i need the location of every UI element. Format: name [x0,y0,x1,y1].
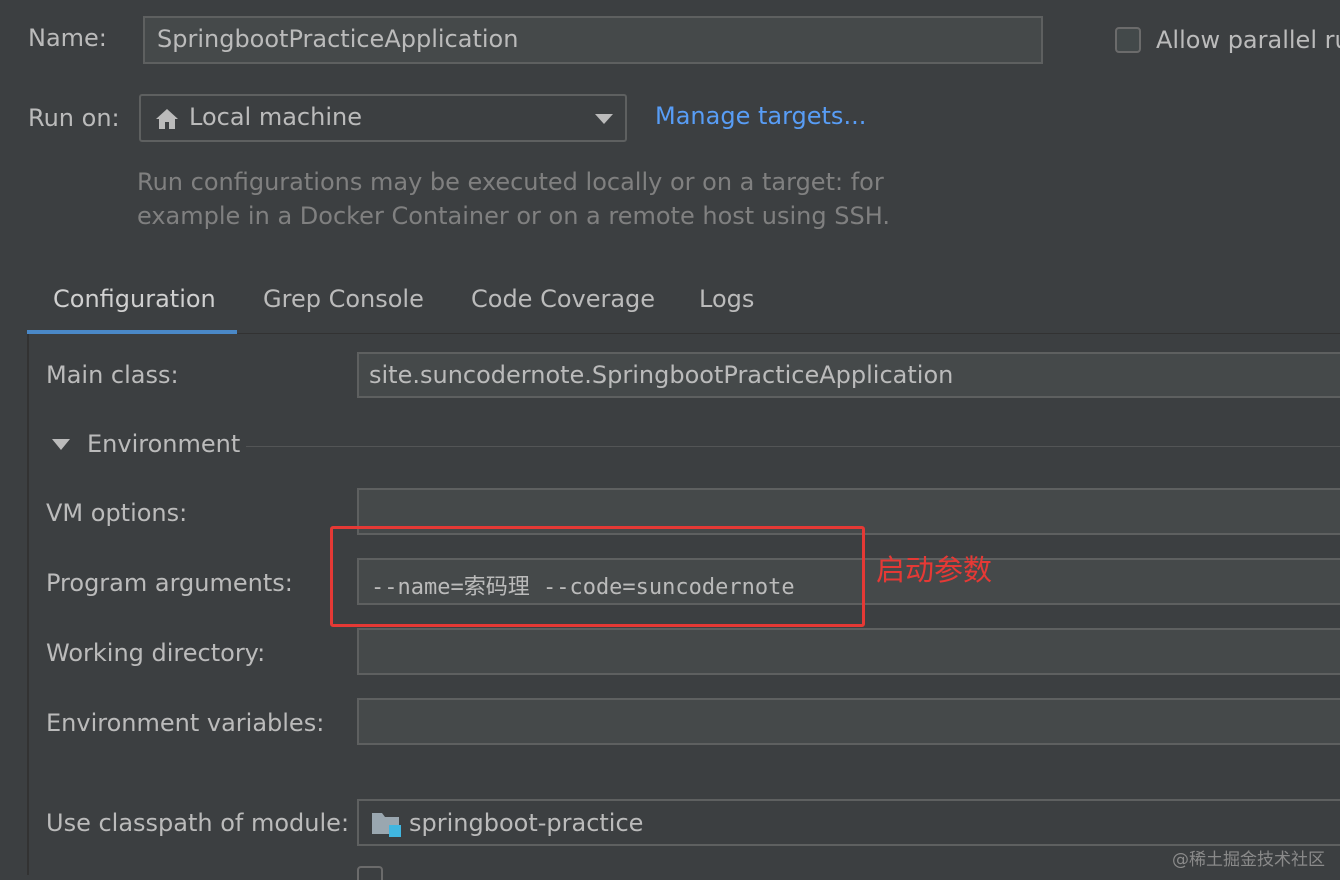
main-class-input[interactable]: site.suncodernote.SpringbootPracticeAppl… [357,352,1340,398]
working-directory-input[interactable] [357,628,1340,675]
program-arguments-label: Program arguments: [46,569,293,597]
chevron-down-icon [595,114,613,124]
home-icon [156,109,178,129]
classpath-module-label: Use classpath of module: [46,809,350,837]
tab-configuration[interactable]: Configuration [53,285,216,313]
tab-grep-console[interactable]: Grep Console [263,285,424,313]
run-on-hint: Run configurations may be executed local… [137,165,890,233]
collapse-triangle-icon[interactable] [52,439,70,451]
manage-targets-link[interactable]: Manage targets... [655,102,866,130]
classpath-module-select[interactable]: springboot-practice [357,799,1340,846]
name-label: Name: [28,24,107,52]
main-class-label: Main class: [46,361,179,389]
vm-options-label: VM options: [46,499,188,527]
tab-code-coverage[interactable]: Code Coverage [471,285,655,313]
run-on-select[interactable]: Local machine [139,94,627,142]
environment-variables-label: Environment variables: [46,709,325,737]
name-input[interactable]: SpringbootPracticeApplication [143,16,1043,64]
partial-checkbox[interactable] [357,866,383,880]
environment-divider [246,446,1340,447]
hint-line-1: Run configurations may be executed local… [137,168,884,196]
tab-logs[interactable]: Logs [699,285,754,313]
watermark: @稀土掘金技术社区 [1172,850,1325,870]
annotation-highlight-box [330,526,865,627]
allow-parallel-label: Allow parallel ru [1156,26,1340,54]
module-folder-icon [372,813,401,837]
environment-section-title[interactable]: Environment [87,430,240,458]
allow-parallel-checkbox[interactable] [1115,27,1141,53]
hint-line-2: example in a Docker Container or on a re… [137,202,890,230]
working-directory-label: Working directory: [46,639,266,667]
run-on-label: Run on: [28,104,120,132]
annotation-label: 启动参数 [876,553,993,587]
classpath-module-value: springboot-practice [409,809,644,837]
run-on-value: Local machine [189,103,362,131]
environment-variables-input[interactable] [357,698,1340,745]
